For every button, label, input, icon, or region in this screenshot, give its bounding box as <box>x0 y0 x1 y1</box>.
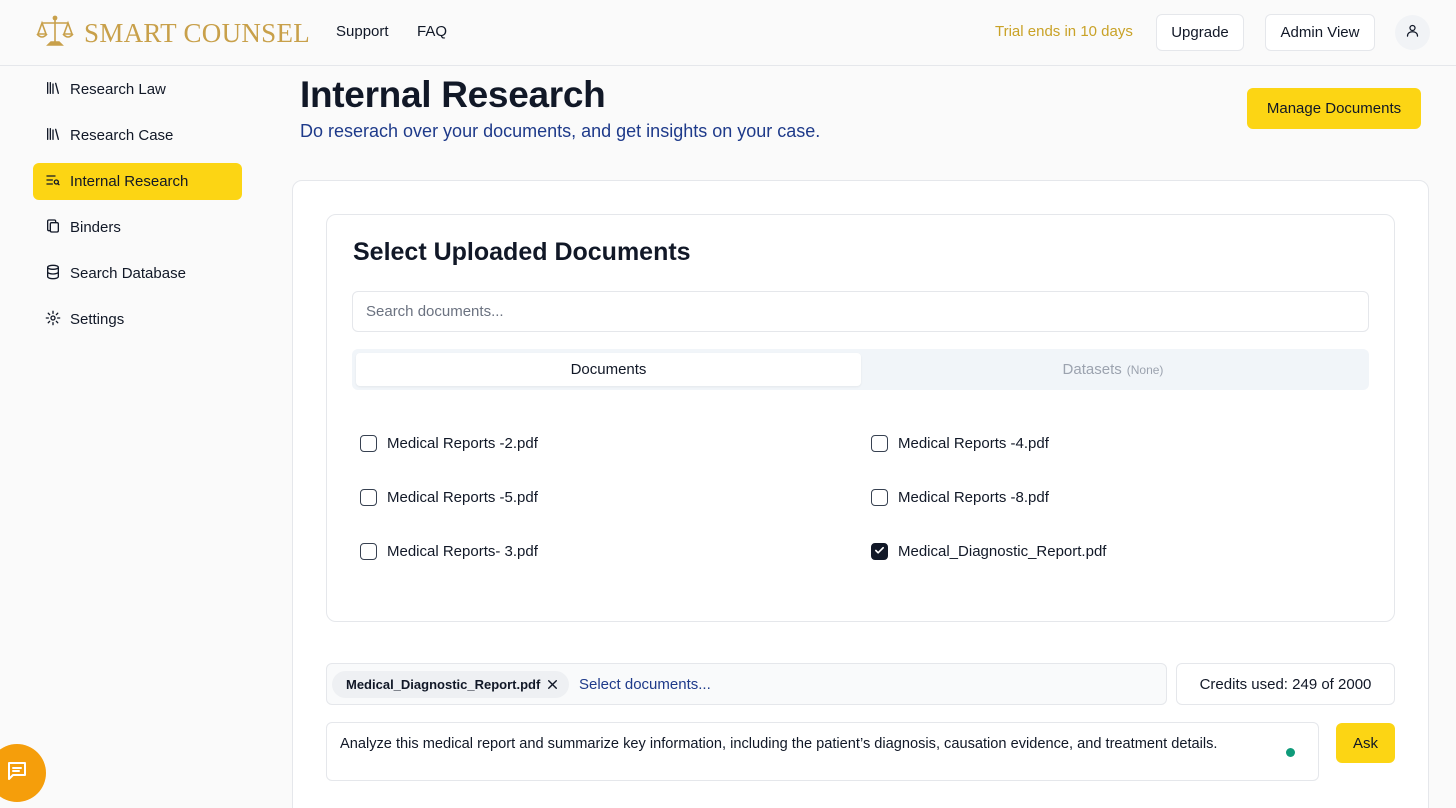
top-bar: SMART COUNSEL Support FAQ Trial ends in … <box>0 0 1456 66</box>
library-icon <box>45 126 61 146</box>
documents-panel <box>326 214 1395 622</box>
sidebar-item-binders[interactable]: Binders <box>33 209 242 246</box>
document-item[interactable]: Medical Reports -8.pdf <box>871 489 1049 506</box>
sidebar-item-label: Research Law <box>70 81 166 98</box>
tab-label: Datasets <box>1062 361 1122 378</box>
document-tabs: Documents Datasets (None) <box>352 349 1369 390</box>
check-icon <box>874 543 885 560</box>
user-icon <box>1405 23 1420 43</box>
tab-note: (None) <box>1126 362 1164 377</box>
document-checkbox[interactable] <box>360 435 377 452</box>
scales-of-justice-icon <box>36 14 74 53</box>
database-icon <box>45 264 61 284</box>
sidebar-item-label: Settings <box>70 311 125 328</box>
chat-message-icon <box>5 759 29 788</box>
document-name: Medical Reports -4.pdf <box>898 435 1049 452</box>
trial-status: Trial ends in 10 days <box>995 23 1133 40</box>
page-title: Internal Research <box>300 74 606 115</box>
sidebar: Research Law Research Case Internal Rese… <box>0 66 270 808</box>
brand-logo[interactable]: SMART COUNSEL <box>36 14 310 53</box>
close-icon[interactable] <box>546 678 559 691</box>
document-item[interactable]: Medical Reports -4.pdf <box>871 435 1049 452</box>
document-item[interactable]: Medical Reports -5.pdf <box>360 489 538 506</box>
document-name: Medical Reports- 3.pdf <box>387 543 538 560</box>
brand-name: SMART COUNSEL <box>84 18 311 48</box>
support-link[interactable]: Support <box>336 23 389 40</box>
user-menu-button[interactable] <box>1395 15 1430 50</box>
document-checkbox[interactable] <box>360 489 377 506</box>
sidebar-item-internal-research[interactable]: Internal Research <box>33 163 242 200</box>
document-checkbox[interactable] <box>871 543 888 560</box>
document-item[interactable]: Medical Reports- 3.pdf <box>360 543 538 560</box>
document-selector[interactable]: Medical_Diagnostic_Report.pdf Select doc… <box>326 663 1167 705</box>
document-checkbox[interactable] <box>871 435 888 452</box>
sidebar-item-label: Binders <box>70 219 121 236</box>
selector-placeholder: Select documents... <box>579 676 711 693</box>
library-icon <box>45 80 61 100</box>
gear-icon <box>45 310 61 330</box>
sidebar-item-label: Research Case <box>70 127 174 144</box>
document-name: Medical Reports -8.pdf <box>898 489 1049 506</box>
chip-label: Medical_Diagnostic_Report.pdf <box>346 677 541 692</box>
ask-button[interactable]: Ask <box>1336 723 1395 763</box>
document-name: Medical_Diagnostic_Report.pdf <box>898 543 1107 560</box>
sidebar-item-settings[interactable]: Settings <box>33 301 242 338</box>
status-dot <box>1286 748 1295 757</box>
tab-documents[interactable]: Documents <box>356 353 861 386</box>
faq-link[interactable]: FAQ <box>417 23 447 40</box>
search-documents-input[interactable] <box>352 291 1369 332</box>
document-item[interactable]: Medical Reports -2.pdf <box>360 435 538 452</box>
text-search-icon <box>45 172 61 192</box>
copy-icon <box>45 218 61 238</box>
sidebar-item-label: Search Database <box>70 265 186 282</box>
sidebar-item-research-case[interactable]: Research Case <box>33 117 242 154</box>
tab-label: Documents <box>570 361 647 378</box>
sidebar-item-research-law[interactable]: Research Law <box>33 71 242 108</box>
upgrade-button[interactable]: Upgrade <box>1156 14 1244 51</box>
selected-document-chip: Medical_Diagnostic_Report.pdf <box>332 671 570 698</box>
documents-panel-title: Select Uploaded Documents <box>353 238 691 266</box>
sidebar-item-label: Internal Research <box>70 173 189 190</box>
document-name: Medical Reports -5.pdf <box>387 489 538 506</box>
tab-datasets[interactable]: Datasets (None) <box>861 353 1365 386</box>
sidebar-item-search-database[interactable]: Search Database <box>33 255 242 292</box>
page-subtitle: Do reserach over your documents, and get… <box>300 121 821 141</box>
document-name: Medical Reports -2.pdf <box>387 435 538 452</box>
document-item[interactable]: Medical_Diagnostic_Report.pdf <box>871 543 1106 560</box>
question-input[interactable]: Analyze this medical report and summariz… <box>326 722 1319 781</box>
admin-view-button[interactable]: Admin View <box>1265 14 1375 51</box>
document-checkbox[interactable] <box>360 543 377 560</box>
manage-documents-button[interactable]: Manage Documents <box>1247 88 1421 129</box>
document-checkbox[interactable] <box>871 489 888 506</box>
credits-badge: Credits used: 249 of 2000 <box>1176 663 1395 705</box>
